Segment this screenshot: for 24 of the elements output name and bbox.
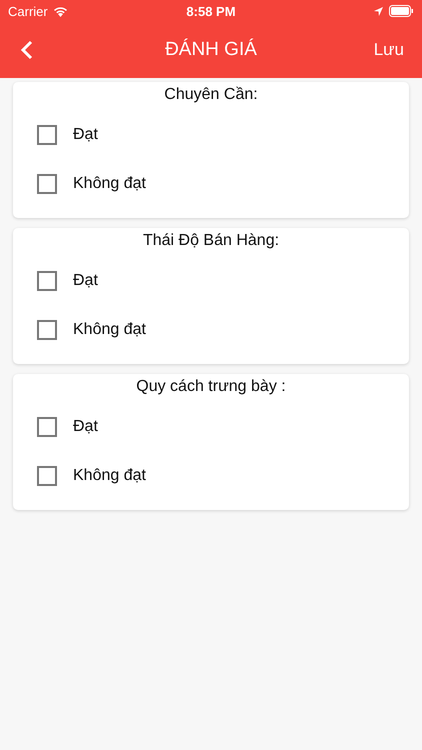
back-chevron-icon — [20, 40, 33, 60]
location-icon — [373, 6, 384, 16]
screen-title: ĐÁNH GIÁ — [165, 39, 257, 61]
section-title: Quy cách trưng bày : — [135, 377, 287, 396]
save-button[interactable]: Lưu — [374, 40, 404, 60]
option-label: Không đạt — [73, 466, 146, 484]
section-title: Chuyên Cần: — [163, 85, 259, 104]
back-button[interactable] — [20, 40, 33, 60]
battery-icon — [389, 5, 414, 17]
option-label: Không đạt — [73, 320, 146, 338]
option-label: Đạt — [73, 418, 98, 436]
option-label: Đạt — [73, 272, 98, 290]
checkbox[interactable] — [37, 416, 57, 436]
option-label: Không đạt — [73, 174, 146, 192]
wifi-icon — [52, 6, 68, 16]
checkbox[interactable] — [37, 270, 57, 290]
option-label: Đạt — [73, 126, 98, 144]
carrier-label: Carrier — [8, 4, 48, 18]
checkbox[interactable] — [37, 174, 57, 194]
checkbox[interactable] — [37, 124, 57, 144]
checkbox[interactable] — [37, 466, 57, 486]
status-time: 8:58 PM — [185, 4, 237, 18]
section-title: Thái Độ Bán Hàng: — [142, 231, 280, 250]
checkbox[interactable] — [37, 320, 57, 340]
